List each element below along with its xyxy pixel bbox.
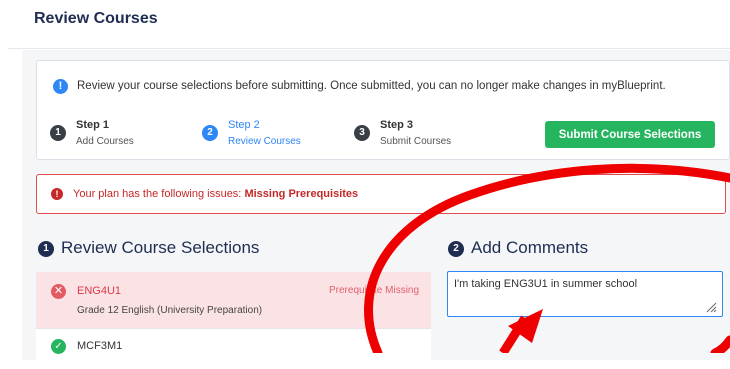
annotation-circle	[364, 163, 730, 353]
annotation-overlay	[364, 163, 730, 353]
